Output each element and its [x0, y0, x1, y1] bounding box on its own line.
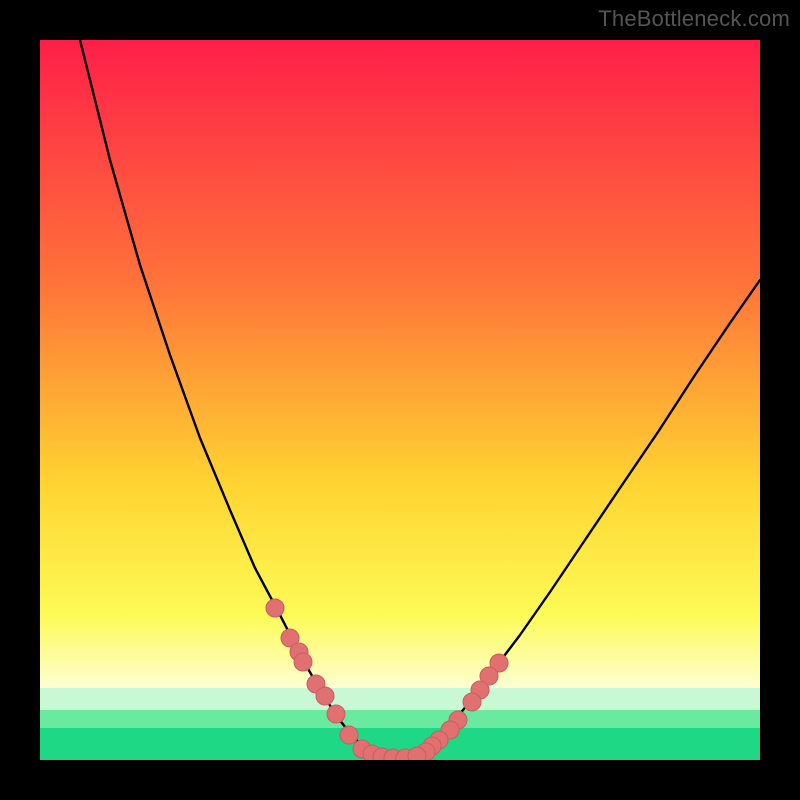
watermark-text: TheBottleneck.com: [598, 6, 790, 32]
marker-dot: [408, 747, 426, 760]
marker-dot: [327, 705, 345, 723]
marker-dot: [463, 693, 481, 711]
data-markers: [266, 599, 508, 760]
marker-dot: [340, 726, 358, 744]
chart-frame: TheBottleneck.com: [0, 0, 800, 800]
curve-paths: [80, 40, 760, 758]
marker-dot: [316, 687, 334, 705]
marker-dot: [266, 599, 284, 617]
plot-area: [40, 40, 760, 760]
curve-layer: [40, 40, 760, 760]
bottleneck-curve: [80, 40, 760, 758]
marker-dot: [294, 653, 312, 671]
